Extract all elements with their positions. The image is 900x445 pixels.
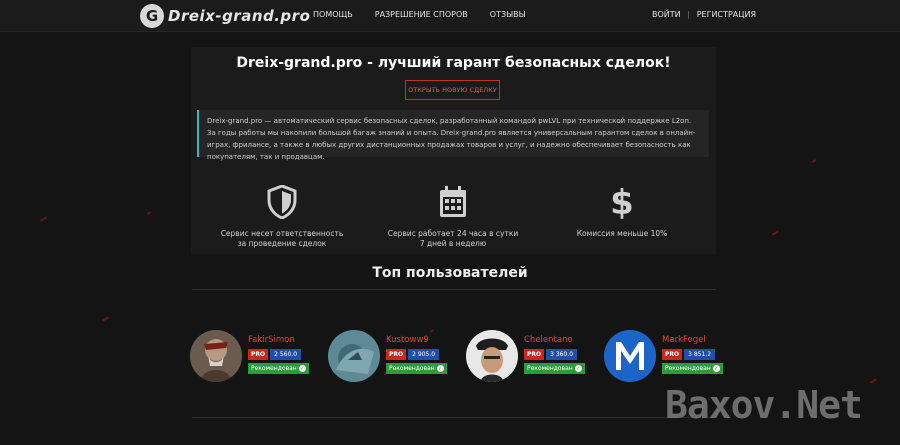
calendar-icon — [440, 186, 466, 217]
login-link[interactable]: ВОЙТИ — [652, 10, 681, 19]
dollar-icon: $ — [610, 185, 634, 219]
feature-commission: $ Комиссия меньше 10% — [547, 185, 697, 239]
user-badges: PRO 2 905.0 — [386, 349, 440, 360]
feature-24-7: Сервис работает 24 часа в сутки 7 дней в… — [378, 185, 528, 249]
feature-text: Комиссия меньше 10% — [576, 229, 668, 238]
open-new-deal-button[interactable]: ОТКРЫТЬ НОВУЮ СДЕЛКУ — [405, 80, 500, 100]
username[interactable]: Kustoww9 — [386, 335, 429, 345]
decor-speck — [771, 230, 780, 236]
nav-link-reviews[interactable]: ОТЗЫВЫ — [490, 10, 526, 19]
nav-link-help[interactable]: ПОМОЩЬ — [313, 10, 353, 19]
intro-text: Dreix-grand.pro — автоматический сервис … — [197, 110, 709, 161]
recommended-label: Рекомендован — [665, 365, 711, 372]
section-divider — [192, 289, 716, 290]
avatar[interactable] — [604, 330, 656, 382]
pro-badge: PRO — [524, 349, 545, 360]
score-badge: 2 560.0 — [270, 349, 302, 360]
logo-text: Dreix-grand.pro — [168, 7, 311, 25]
avatar[interactable] — [466, 330, 518, 382]
pro-badge: PRO — [248, 349, 269, 360]
features-row: Сервис несет ответственность за проведен… — [191, 185, 716, 255]
avatar[interactable] — [328, 330, 380, 382]
top-nav-bar: G Dreix-grand.pro ПОМОЩЬ РАЗРЕШЕНИЕ СПОР… — [0, 0, 900, 32]
recommended-badge: Рекомендован ✓ — [248, 363, 309, 374]
username[interactable]: FakirSimon — [248, 335, 295, 345]
user-card[interactable]: Kustoww9 PRO 2 905.0 Рекомендован ✓ — [328, 330, 463, 384]
logo-mark-icon: G — [140, 4, 164, 28]
check-icon: ✓ — [712, 365, 720, 372]
score-badge: 3 851.2 — [684, 349, 716, 360]
recommended-label: Рекомендован — [389, 365, 435, 372]
watermark: Baxov.Net — [665, 383, 863, 427]
main-nav: ПОМОЩЬ РАЗРЕШЕНИЕ СПОРОВ ОТЗЫВЫ — [313, 10, 526, 19]
avatar[interactable] — [190, 330, 242, 382]
user-badges: PRO 3 360.0 — [524, 349, 578, 360]
score-badge: 3 360.0 — [546, 349, 578, 360]
hero-panel: Dreix-grand.pro - лучший гарант безопасн… — [191, 47, 716, 254]
recommended-badge: Рекомендован ✓ — [662, 363, 723, 374]
recommended-badge: Рекомендован ✓ — [386, 363, 447, 374]
feature-text: Сервис несет ответственность за проведен… — [220, 229, 344, 248]
pro-badge: PRO — [662, 349, 683, 360]
user-card[interactable]: FakirSimon PRO 2 560.0 Рекомендован ✓ — [190, 330, 325, 384]
user-card[interactable]: Chelentano PRO 3 360.0 Рекомендован ✓ — [466, 330, 601, 384]
feature-text: Сервис работает 24 часа в сутки 7 дней в… — [387, 229, 519, 248]
recommended-label: Рекомендован — [527, 365, 573, 372]
check-icon: ✓ — [574, 365, 582, 372]
user-card[interactable]: MarkFogel PRO 3 851.2 Рекомендован ✓ — [604, 330, 739, 384]
decor-speck — [101, 316, 110, 322]
recommended-label: Рекомендован — [251, 365, 297, 372]
hero-title: Dreix-grand.pro - лучший гарант безопасн… — [236, 55, 671, 71]
feature-responsibility: Сервис несет ответственность за проведен… — [207, 185, 357, 249]
pro-badge: PRO — [386, 349, 407, 360]
top-users-title: Топ пользователей — [372, 265, 528, 281]
user-badges: PRO 2 560.0 — [248, 349, 302, 360]
auth-separator: | — [687, 10, 690, 19]
section-divider — [192, 417, 716, 418]
decor-speck — [811, 159, 817, 163]
username[interactable]: Chelentano — [524, 335, 573, 345]
username[interactable]: MarkFogel — [662, 335, 706, 345]
auth-links: ВОЙТИ | РЕГИСТРАЦИЯ — [652, 10, 756, 19]
site-logo[interactable]: G Dreix-grand.pro — [140, 4, 310, 28]
svg-text:$: $ — [610, 185, 634, 219]
register-link[interactable]: РЕГИСТРАЦИЯ — [697, 10, 756, 19]
user-badges: PRO 3 851.2 — [662, 349, 716, 360]
check-icon: ✓ — [298, 365, 306, 372]
check-icon: ✓ — [436, 365, 444, 372]
decor-speck — [146, 211, 152, 215]
score-badge: 2 905.0 — [408, 349, 440, 360]
nav-link-disputes[interactable]: РАЗРЕШЕНИЕ СПОРОВ — [375, 10, 468, 19]
decor-speck — [39, 216, 48, 222]
decor-speck — [869, 378, 878, 384]
shield-icon — [267, 185, 297, 219]
recommended-badge: Рекомендован ✓ — [524, 363, 585, 374]
